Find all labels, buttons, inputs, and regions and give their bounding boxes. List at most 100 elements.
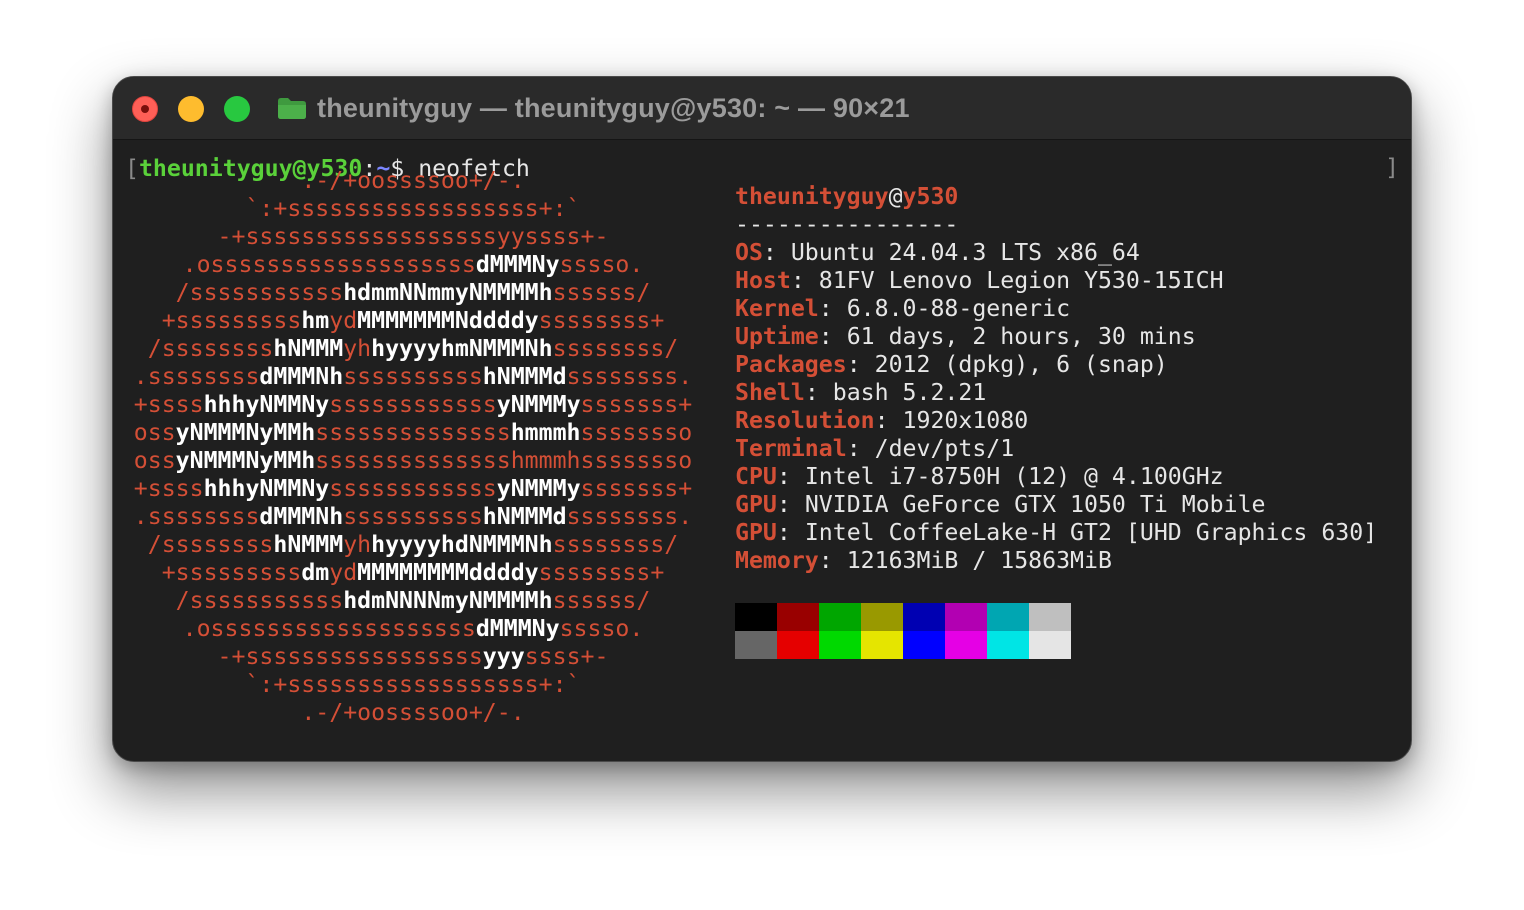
- info-colon: :: [790, 267, 819, 294]
- logo-line: .ssssssssdMMMNhsssssssssshNMMMdssssssss.: [133, 363, 693, 391]
- info-key: Terminal: [735, 435, 847, 462]
- close-button[interactable]: [132, 96, 158, 122]
- info-value: 61 days, 2 hours, 30 mins: [846, 323, 1196, 350]
- logo-segment: .osssssssssssssssssss: [182, 251, 476, 278]
- info-key: GPU: [735, 491, 777, 518]
- info-key: Resolution: [735, 407, 875, 434]
- logo-segment: ssssssso: [580, 419, 693, 446]
- logo-segment: .-/+oossssoo+/-.: [301, 167, 525, 194]
- logo-segment: sssso.: [559, 251, 644, 278]
- logo-segment: dMMMNy: [475, 251, 560, 278]
- info-colon: :: [818, 295, 847, 322]
- info-row: Kernel: 6.8.0-88-generic: [735, 295, 1070, 323]
- info-row: Packages: 2012 (dpkg), 6 (snap): [735, 351, 1168, 379]
- info-value: 12163MiB / 15863MiB: [846, 547, 1112, 574]
- logo-segment: .ssssssss: [133, 363, 260, 390]
- info-header: theunityguy@y530: [735, 183, 958, 211]
- color-swatch: [861, 631, 903, 659]
- info-separator: ----------------: [735, 211, 959, 238]
- logo-segment: yNMMMNyMMh: [175, 447, 316, 474]
- info-colon: :: [818, 323, 847, 350]
- logo-line: /ssssssssssshdmmNNmmyNMMMMhssssss/: [133, 279, 693, 307]
- window-title: theunityguy — theunityguy@y530: ~ — 90×2…: [317, 93, 910, 123]
- logo-line: .ssssssssdMMMNhsssssssssshNMMMdssssssss.: [133, 503, 693, 531]
- color-swatch: [903, 603, 945, 631]
- logo-segment: ssssssss+: [538, 307, 665, 334]
- logo-line: `:+ssssssssssssssssss+:`: [133, 671, 693, 699]
- info-user: theunityguy: [735, 183, 889, 210]
- color-swatch: [819, 631, 861, 659]
- info-key: Kernel: [735, 295, 819, 322]
- logo-segment: -+ssssssssssssssssssyyssss+-: [217, 223, 609, 250]
- info-row: Resolution: 1920x1080: [735, 407, 1028, 435]
- info-host: y530: [902, 183, 959, 210]
- logo-segment: /sssssssssss: [175, 587, 344, 614]
- logo-segment: hNMMMd: [482, 503, 567, 530]
- logo-segment: hhhyNMMNy: [203, 475, 330, 502]
- logo-segment: yyy: [482, 643, 525, 670]
- logo-segment: sssso.: [559, 615, 644, 642]
- info-row: GPU: NVIDIA GeForce GTX 1050 Ti Mobile: [735, 491, 1266, 519]
- info-key: Packages: [735, 351, 847, 378]
- logo-segment: `:+ssssssssssssssssss+:`: [245, 195, 581, 222]
- logo-segment: .-/+oossssoo+/-.: [301, 699, 525, 726]
- color-swatch: [987, 631, 1029, 659]
- info-value: 81FV Lenovo Legion Y530-15ICH: [818, 267, 1224, 294]
- info-value: /dev/pts/1: [874, 435, 1015, 462]
- logo-segment: ssss+-: [524, 643, 609, 670]
- logo-line: .-/+oossssoo+/-.: [133, 699, 693, 727]
- logo-segment: hdmNNNNmyNMMMMh: [343, 587, 553, 614]
- zoom-button[interactable]: [224, 96, 250, 122]
- info-key: OS: [735, 239, 763, 266]
- info-value: bash 5.2.21: [832, 379, 987, 406]
- logo-segment: /ssssssss: [147, 531, 274, 558]
- logo-segment: sssssssssssssshmmmhssssssso: [315, 447, 693, 474]
- info-value: Intel CoffeeLake-H GT2 [UHD Graphics 630…: [804, 519, 1378, 546]
- info-key: Uptime: [735, 323, 819, 350]
- logo-segment: ssssssss/: [552, 531, 679, 558]
- logo-segment: ssssssssss: [343, 363, 483, 390]
- logo-line: -+ssssssssssssssssssyyssss+-: [133, 223, 693, 251]
- logo-segment: +sssssssss: [161, 307, 302, 334]
- logo-line: .osssssssssssssssssssdMMMNysssso.: [133, 615, 693, 643]
- color-swatch: [861, 603, 903, 631]
- title-bar[interactable]: theunityguy — theunityguy@y530: ~ — 90×2…: [113, 77, 1411, 140]
- info-colon: :: [776, 463, 805, 490]
- logo-segment: yh: [343, 335, 372, 362]
- terminal-content[interactable]: [theunityguy@y530:~$ neofetch ] .-/+ooss…: [113, 139, 1411, 761]
- logo-segment: -+sssssssssssssssss: [217, 643, 483, 670]
- logo-segment: hNMMMd: [482, 363, 567, 390]
- info-key: CPU: [735, 463, 777, 490]
- logo-segment: /sssssssssss: [175, 279, 344, 306]
- info-colon: :: [776, 519, 805, 546]
- logo-segment: sssssss+: [580, 391, 693, 418]
- logo-segment: oss: [133, 447, 176, 474]
- logo-segment: hmmmh: [510, 419, 581, 446]
- color-swatch: [819, 603, 861, 631]
- logo-segment: +ssss: [133, 391, 204, 418]
- logo-line: /sssssssshNMMMyhhyyyyhdNMMMNhssssssss/: [133, 531, 693, 559]
- logo-segment: +sssssssss: [161, 559, 302, 586]
- info-value: Intel i7-8750H (12) @ 4.100GHz: [804, 463, 1224, 490]
- logo-segment: hNMMM: [273, 335, 344, 362]
- info-key: Memory: [735, 547, 819, 574]
- logo-line: ossyNMMMNyMMhsssssssssssssshmmmhssssssso: [133, 447, 693, 475]
- logo-segment: ssssss/: [552, 587, 651, 614]
- color-swatch: [1029, 631, 1071, 659]
- info-at: @: [888, 183, 903, 210]
- logo-line: /sssssssshNMMMyhhyyyyhmNMMMNhssssssss/: [133, 335, 693, 363]
- logo-segment: .ssssssss: [133, 503, 260, 530]
- logo-segment: dMMMNh: [259, 363, 344, 390]
- logo-line: +sssssssssdmydMMMMMMMMddddyssssssss+: [133, 559, 693, 587]
- logo-segment: yNMMMNyMMh: [175, 419, 316, 446]
- color-swatch: [777, 603, 819, 631]
- logo-line: ossyNMMMNyMMhsssssssssssssshmmmhssssssso: [133, 419, 693, 447]
- info-colon: :: [762, 239, 791, 266]
- info-row: OS: Ubuntu 24.04.3 LTS x86_64: [735, 239, 1140, 267]
- color-swatch: [945, 603, 987, 631]
- color-swatch: [735, 631, 777, 659]
- info-row: Shell: bash 5.2.21: [735, 379, 986, 407]
- info-colon: :: [846, 351, 875, 378]
- logo-segment: ssssssss.: [566, 503, 693, 530]
- minimize-button[interactable]: [178, 96, 204, 122]
